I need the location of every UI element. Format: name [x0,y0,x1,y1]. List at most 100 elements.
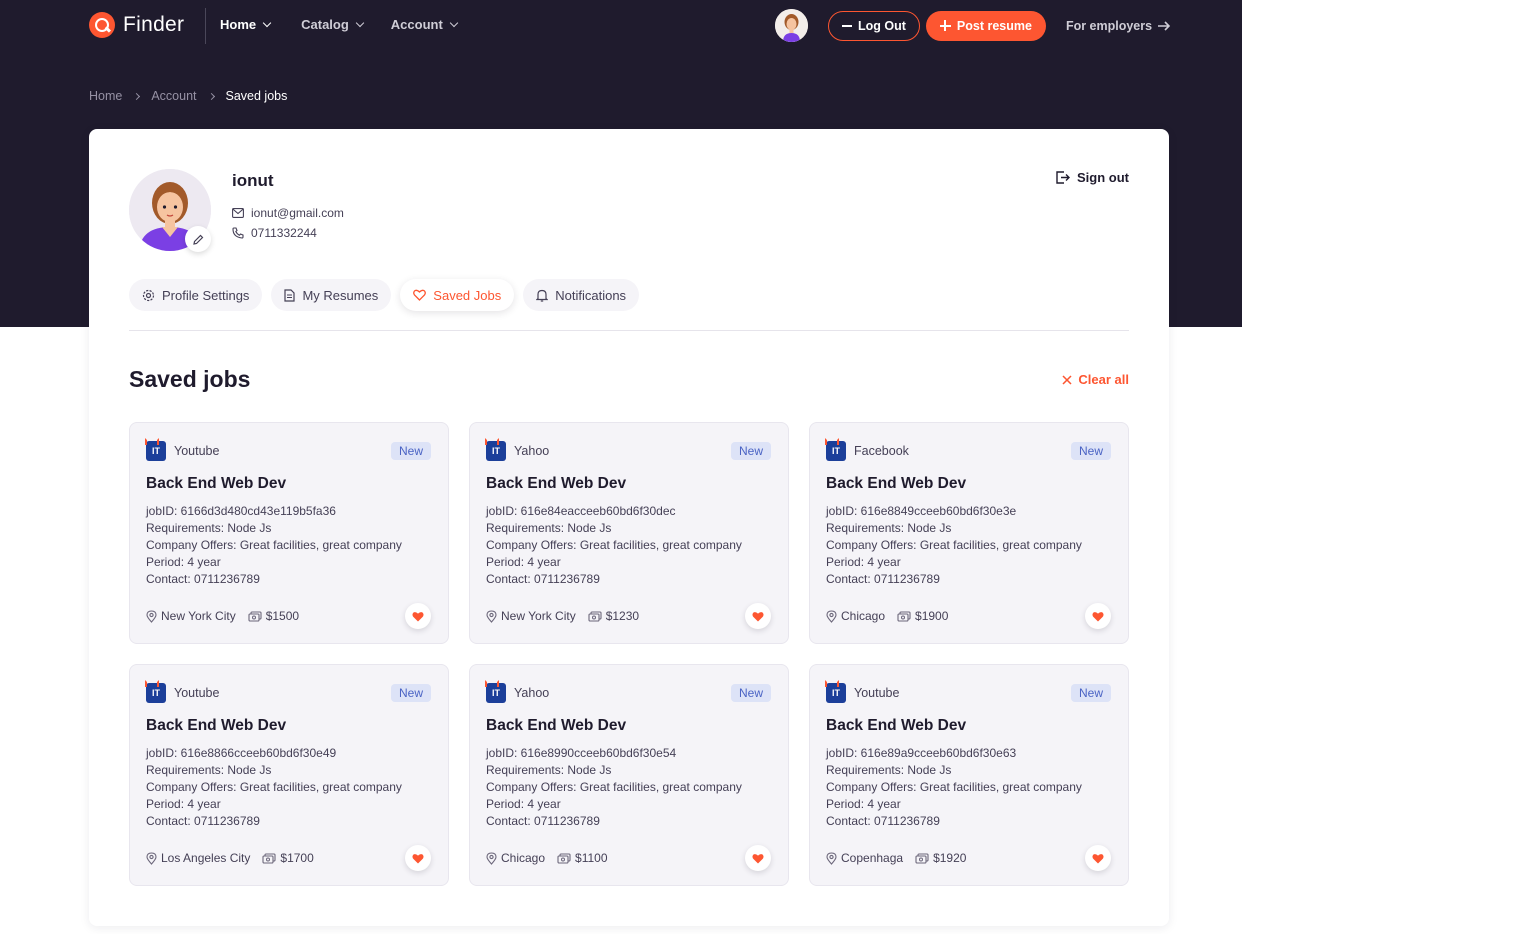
logo-text: Finder [123,13,185,36]
nav-home-label: Home [220,17,257,32]
job-contact: Contact: 0711236789 [486,814,600,828]
company-name: Youtube [854,686,900,700]
edit-avatar-button[interactable] [185,226,211,252]
heart-filled-icon [412,611,424,621]
company-name: Youtube [174,686,220,700]
job-period: Period: 4 year [826,555,901,569]
tab-my-resumes-label: My Resumes [302,287,379,303]
job-card[interactable]: IT Youtube New Back End Web Dev jobID: 6… [129,664,449,886]
job-salary: $1230 [588,609,639,623]
job-salary: $1500 [248,609,299,623]
job-title[interactable]: Back End Web Dev [826,717,966,735]
job-id: jobID: 616e84eacceeb60bd6f30dec [486,504,676,518]
job-title[interactable]: Back End Web Dev [146,717,286,735]
minus-icon [842,24,852,27]
tab-profile-settings-label: Profile Settings [162,287,250,303]
tab-profile-settings[interactable]: Profile Settings [129,279,263,311]
job-contact: Contact: 0711236789 [146,814,260,828]
plus-icon [939,20,951,31]
job-footer: Chicago $1100 [486,851,608,865]
map-pin-icon [146,609,157,623]
cash-icon [248,610,262,622]
job-id: jobID: 6166d3d480cd43e119b5fa36 [146,504,336,518]
tab-my-resumes[interactable]: My Resumes [271,279,392,311]
profile-email: ionut@gmail.com [232,206,344,220]
logout-button[interactable]: Log Out [828,10,920,41]
nav-account-label: Account [390,17,443,32]
job-period: Period: 4 year [486,797,561,811]
company-logo-icon: IT [145,438,166,461]
document-icon [284,288,296,302]
job-company: IT Youtube [145,680,220,703]
clear-all-button[interactable]: Clear all [1062,372,1129,387]
job-footer: Los Angeles City $1700 [146,851,314,865]
job-salary-value: $1500 [265,609,300,623]
logo[interactable]: Finder [89,12,184,38]
tab-saved-jobs[interactable]: Saved Jobs [400,279,515,311]
job-contact: Contact: 0711236789 [826,572,940,586]
job-title[interactable]: Back End Web Dev [146,475,286,493]
job-title[interactable]: Back End Web Dev [486,717,626,735]
unsave-job-button[interactable] [1085,603,1111,629]
job-requirements: Requirements: Node Js [486,521,612,535]
unsave-job-button[interactable] [1085,845,1111,871]
profile-phone: 0711332244 [232,226,317,240]
unsave-job-button[interactable] [405,845,431,871]
user-avatar[interactable] [775,9,808,42]
divider [129,330,1129,331]
search-logo-icon [89,12,115,38]
sign-out-icon [1056,171,1070,184]
job-id: jobID: 616e8849cceeb60bd6f30e3e [826,504,1017,518]
sign-out-button[interactable]: Sign out [1056,170,1129,185]
page-title: Saved jobs [129,366,251,392]
job-card[interactable]: IT Youtube New Back End Web Dev jobID: 6… [129,422,449,644]
unsave-job-button[interactable] [745,603,771,629]
profile-email-text: ionut@gmail.com [251,206,344,220]
job-requirements: Requirements: Node Js [146,763,272,777]
post-resume-button[interactable]: Post resume [925,10,1046,41]
map-pin-icon [146,851,157,865]
post-resume-label: Post resume [956,18,1032,33]
nav-account[interactable]: Account [391,17,470,32]
job-requirements: Requirements: Node Js [826,521,952,535]
company-logo-icon: IT [145,680,166,703]
cash-icon [588,610,602,622]
unsave-job-button[interactable] [745,845,771,871]
breadcrumb-home[interactable]: Home [89,89,122,103]
job-company: IT Yahoo [485,438,549,461]
job-period: Period: 4 year [146,555,221,569]
tab-notifications[interactable]: Notifications [523,279,640,311]
company-logo-icon: IT [485,680,506,703]
job-company: IT Youtube [145,438,219,461]
mail-icon [232,208,244,218]
job-salary: $1100 [557,851,608,865]
breadcrumb-account[interactable]: Account [151,89,196,103]
for-employers-link[interactable]: For employers [1066,19,1171,33]
job-details: jobID: 616e8990cceeb60bd6f30e54 Requirem… [486,745,742,830]
nav-actions: Log Out Post resume For employers [775,9,1171,42]
nav-links: Home Catalog Account [220,17,470,32]
job-card[interactable]: IT Youtube New Back End Web Dev jobID: 6… [809,664,1129,886]
job-title[interactable]: Back End Web Dev [826,475,966,493]
heart-filled-icon [752,853,764,863]
cash-icon [262,852,276,864]
unsave-job-button[interactable] [405,603,431,629]
job-salary-value: $1700 [280,851,314,865]
job-card[interactable]: IT Facebook New Back End Web Dev jobID: … [809,422,1129,644]
heart-filled-icon [752,611,764,621]
cash-icon [557,852,571,864]
job-location: New York City [146,609,236,623]
job-id: jobID: 616e89a9cceeb60bd6f30e63 [826,746,1017,760]
gear-icon [142,289,155,301]
logout-label: Log Out [858,18,906,33]
job-card[interactable]: IT Yahoo New Back End Web Dev jobID: 616… [469,664,789,886]
job-card[interactable]: IT Yahoo New Back End Web Dev jobID: 616… [469,422,789,644]
nav-home[interactable]: Home [220,17,283,32]
chevron-down-icon [355,18,365,28]
job-requirements: Requirements: Node Js [146,521,272,535]
nav-catalog[interactable]: Catalog [301,17,376,32]
job-city: Chicago [501,851,546,865]
pencil-icon [192,234,203,245]
close-icon [1062,374,1072,385]
job-title[interactable]: Back End Web Dev [486,475,626,493]
